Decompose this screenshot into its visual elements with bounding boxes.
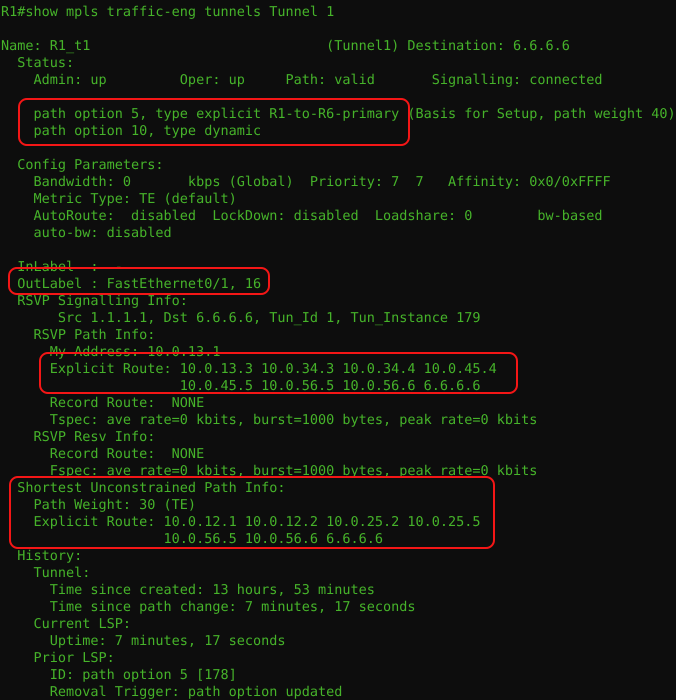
terminal-line: InLabel : - bbox=[1, 259, 123, 275]
terminal-line: Metric Type: TE (default) bbox=[1, 191, 237, 207]
terminal-line: path option 5, type explicit R1-to-R6-pr… bbox=[1, 106, 676, 122]
terminal-line: Path Weight: 30 (TE) bbox=[1, 497, 197, 513]
terminal-line: Status: bbox=[1, 55, 75, 71]
terminal-line: Time since created: 13 hours, 53 minutes bbox=[1, 582, 375, 598]
terminal-line: Time since path change: 7 minutes, 17 se… bbox=[1, 599, 416, 615]
terminal-line: 10.0.56.5 10.0.56.6 6.6.6.6 bbox=[1, 531, 384, 547]
terminal-line: AutoRoute: disabled LockDown: disabled L… bbox=[1, 208, 603, 224]
terminal-line: Name: R1_t1 (Tunnel1) Destination: 6.6.6… bbox=[1, 38, 570, 54]
terminal-line: My Address: 10.0.13.1 bbox=[1, 344, 221, 360]
terminal-line: Removal Trigger: path option updated bbox=[1, 684, 343, 700]
terminal-line: Uptime: 7 minutes, 17 seconds bbox=[1, 633, 286, 649]
terminal-line: R1#show mpls traffic-eng tunnels Tunnel … bbox=[1, 4, 335, 20]
terminal-line: Record Route: NONE bbox=[1, 446, 205, 462]
terminal-line: RSVP Resv Info: bbox=[1, 429, 156, 445]
terminal-line: Explicit Route: 10.0.12.1 10.0.12.2 10.0… bbox=[1, 514, 481, 530]
terminal-line: Record Route: NONE bbox=[1, 395, 205, 411]
terminal-line: OutLabel : FastEthernet0/1, 16 bbox=[1, 276, 262, 292]
terminal-line: Admin: up Oper: up Path: valid Signallin… bbox=[1, 72, 603, 88]
terminal-line: Bandwidth: 0 kbps (Global) Priority: 7 7… bbox=[1, 174, 611, 190]
terminal-line: path option 10, type dynamic bbox=[1, 123, 262, 139]
terminal-window[interactable]: R1#show mpls traffic-eng tunnels Tunnel … bbox=[0, 0, 676, 700]
terminal-line: Src 1.1.1.1, Dst 6.6.6.6, Tun_Id 1, Tun_… bbox=[1, 310, 481, 326]
terminal-line: ID: path option 5 [178] bbox=[1, 667, 237, 683]
terminal-line: auto-bw: disabled bbox=[1, 225, 172, 241]
terminal-screen: R1#show mpls traffic-eng tunnels Tunnel … bbox=[0, 0, 676, 700]
terminal-line: RSVP Signalling Info: bbox=[1, 293, 188, 309]
terminal-line: Tspec: ave rate=0 kbits, burst=1000 byte… bbox=[1, 412, 538, 428]
terminal-line: Prior LSP: bbox=[1, 650, 115, 666]
terminal-line: Current LSP: bbox=[1, 616, 132, 632]
terminal-line: History: bbox=[1, 548, 83, 564]
terminal-line: RSVP Path Info: bbox=[1, 327, 156, 343]
terminal-line: 10.0.45.5 10.0.56.5 10.0.56.6 6.6.6.6 bbox=[1, 378, 481, 394]
terminal-line: Tunnel: bbox=[1, 565, 91, 581]
terminal-line: Explicit Route: 10.0.13.3 10.0.34.3 10.0… bbox=[1, 361, 497, 377]
terminal-line: Shortest Unconstrained Path Info: bbox=[1, 480, 286, 496]
terminal-line: Fspec: ave rate=0 kbits, burst=1000 byte… bbox=[1, 463, 538, 479]
terminal-line: Config Parameters: bbox=[1, 157, 164, 173]
